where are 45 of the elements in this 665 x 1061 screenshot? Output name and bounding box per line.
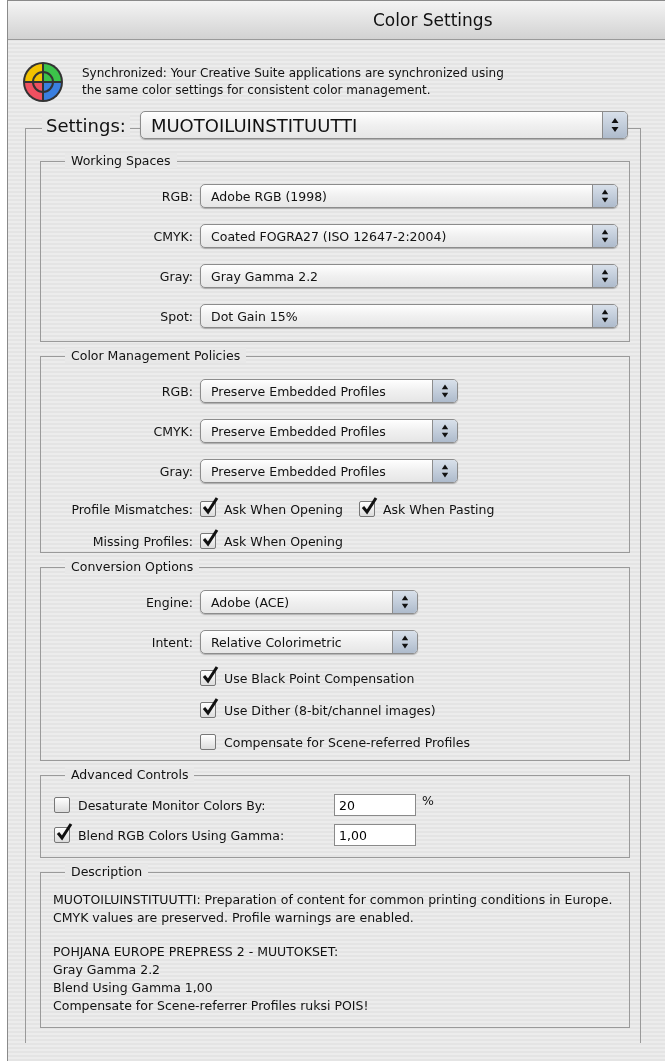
description-text: Compensate for Scene-referrer Profiles ruksi POIS! (53, 997, 370, 1015)
field-label: Gray: (158, 268, 194, 284)
checkbox-label: Blend RGB Colors Using Gamma: (78, 827, 285, 843)
description-text: Gray Gamma 2.2 (53, 961, 162, 979)
description-text: MUOTOILUINSTITUUTTI: Preparation of content for common printing conditions in Europe. CMYK values are preserved. Profile warnings are enabled. (53, 891, 614, 927)
window-title: Color Settings (373, 10, 493, 30)
field-label: Engine: (144, 594, 194, 610)
field-label: Spot: (159, 308, 194, 324)
checkbox-label: Ask When Opening (224, 501, 343, 517)
field-label: CMYK: (152, 228, 194, 244)
unit-label: % (422, 793, 434, 808)
group-title: Color Management Policies (65, 348, 247, 363)
checkbox-label: Desaturate Monitor Colors By: (78, 797, 266, 813)
field-label: Intent: (150, 634, 194, 650)
description-text: Blend Using Gamma 1,00 (53, 979, 214, 997)
checkbox-label: Compensate for Scene-referred Profiles (224, 734, 471, 750)
field-label: Profile Mismatches: (70, 501, 194, 517)
settings-label: Settings: (42, 114, 130, 136)
settings-dropdown[interactable]: MUOTOILUINSTITUUTTI (139, 111, 628, 139)
dropdown[interactable]: Adobe (ACE) (200, 590, 418, 614)
checkbox-label: Ask When Opening (224, 533, 343, 549)
checkbox-label: Use Black Point Compensation (224, 670, 415, 686)
dropdown[interactable]: Relative Colorimetric (200, 630, 418, 654)
group-title: Conversion Options (65, 559, 200, 574)
input-field[interactable]: 1,00 (334, 824, 416, 846)
checkbox-label: Ask When Pasting (382, 501, 495, 517)
dropdown[interactable]: Preserve Embedded Profiles (200, 419, 458, 443)
sync-message: Synchronized: Your Creative Suite applications are synchronized using the same color settings for consistent color management. (82, 65, 505, 99)
field-label: RGB: (160, 383, 194, 399)
dropdown[interactable]: Adobe RGB (1998) (200, 184, 618, 208)
description-text: POHJANA EUROPE PREPRESS 2 - MUUTOKSET: (53, 943, 340, 961)
dropdown[interactable]: Preserve Embedded Profiles (200, 459, 458, 483)
input-field[interactable]: 20 (334, 794, 416, 816)
field-label: RGB: (160, 188, 194, 204)
dropdown[interactable]: Preserve Embedded Profiles (200, 379, 458, 403)
field-label: CMYK: (152, 423, 194, 439)
field-label: Missing Profiles: (91, 533, 194, 549)
dropdown[interactable]: Coated FOGRA27 (ISO 12647-2:2004) (200, 224, 618, 248)
group-title: Advanced Controls (65, 767, 195, 782)
group-title: Working Spaces (65, 153, 177, 168)
dropdown[interactable]: Gray Gamma 2.2 (200, 264, 618, 288)
group-title: Description (65, 864, 149, 879)
field-label: Gray: (158, 463, 194, 479)
dropdown[interactable]: Dot Gain 15% (200, 304, 618, 328)
checkbox-label: Use Dither (8-bit/channel images) (224, 702, 436, 718)
